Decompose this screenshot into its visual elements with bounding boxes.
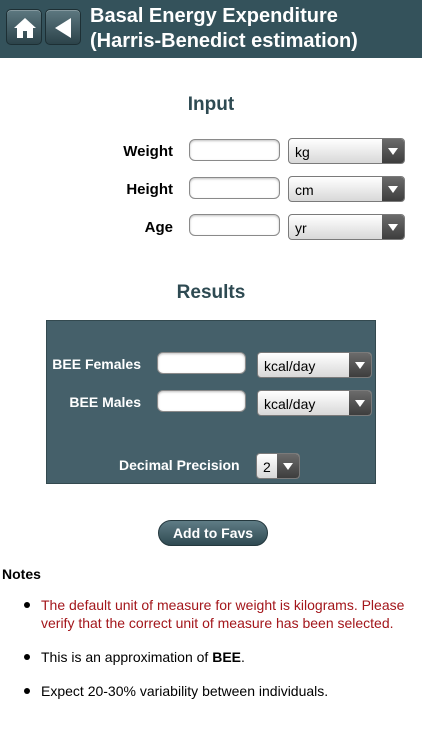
chevron-down-icon [382, 139, 404, 163]
input-section-title: Input [187, 94, 235, 115]
height-unit-select[interactable]: cm [288, 176, 405, 202]
add-to-favs-button[interactable]: Add to Favs [158, 520, 268, 546]
chevron-down-icon [277, 454, 299, 478]
decimal-precision-value: 2 [263, 459, 271, 475]
chevron-down-icon [382, 215, 404, 239]
note-approximation-suffix: . [241, 649, 245, 665]
notes-list: The default unit of measure for weight i… [0, 596, 422, 716]
height-input[interactable] [189, 177, 280, 199]
height-label: Height [126, 181, 173, 198]
weight-unit-value: kg [295, 144, 310, 160]
page-title: Basal Energy Expenditure (Harris-Benedic… [90, 4, 358, 54]
back-arrow-icon [55, 18, 71, 38]
bee-males-output[interactable] [157, 390, 246, 412]
bee-females-label: BEE Females [52, 356, 141, 372]
results-section-title: Results [176, 282, 246, 303]
age-label: Age [144, 219, 173, 236]
weight-input[interactable] [189, 139, 280, 161]
chevron-down-icon [349, 391, 371, 415]
home-icon [14, 18, 36, 38]
note-item-approximation: This is an approximation of BEE. [0, 648, 422, 666]
bee-males-unit-value: kcal/day [264, 396, 316, 412]
height-unit-value: cm [295, 182, 314, 198]
note-approximation-text: This is an approximation of [41, 649, 213, 665]
age-input[interactable] [189, 214, 280, 236]
bee-females-unit-select[interactable]: kcal/day [257, 352, 372, 378]
age-unit-select[interactable]: yr [288, 214, 405, 240]
bee-males-label: BEE Males [69, 394, 141, 410]
page-title-line1: Basal Energy Expenditure [90, 5, 338, 27]
bee-males-unit-select[interactable]: kcal/day [257, 390, 372, 416]
weight-unit-select[interactable]: kg [288, 138, 405, 164]
back-button[interactable] [45, 9, 81, 45]
chevron-down-icon [382, 177, 404, 201]
header-bar: Basal Energy Expenditure (Harris-Benedic… [0, 0, 422, 58]
bee-females-unit-value: kcal/day [264, 358, 316, 374]
results-panel: BEE Females kcal/day BEE Males kcal/day … [46, 320, 376, 484]
decimal-precision-select[interactable]: 2 [256, 453, 300, 479]
home-button[interactable] [6, 9, 42, 45]
weight-label: Weight [123, 143, 173, 160]
decimal-precision-label: Decimal Precision [119, 457, 240, 473]
chevron-down-icon [349, 353, 371, 377]
note-bee-term: BEE [212, 649, 241, 665]
page-title-line2: (Harris-Benedict estimation) [90, 30, 358, 52]
age-unit-value: yr [295, 220, 307, 236]
note-item-weight-unit: The default unit of measure for weight i… [0, 596, 422, 632]
bee-females-output[interactable] [157, 352, 246, 374]
notes-title: Notes [2, 566, 41, 582]
note-item-variability: Expect 20-30% variability between indivi… [0, 682, 422, 700]
